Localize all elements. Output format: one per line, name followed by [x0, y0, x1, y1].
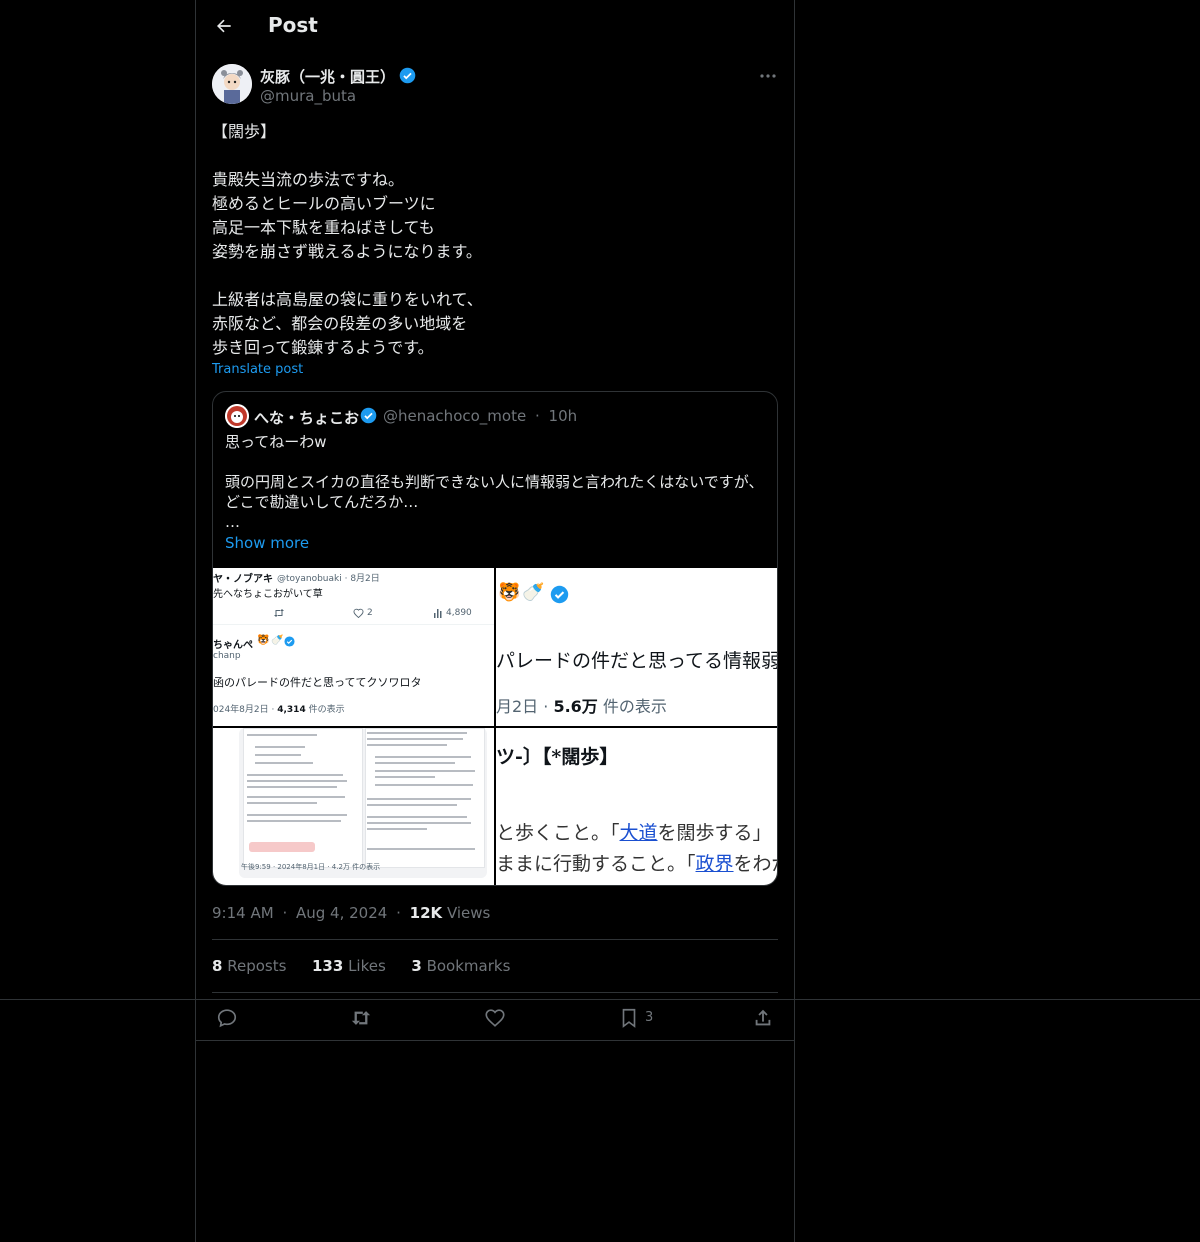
- divider: [212, 939, 778, 940]
- verified-badge-icon: [284, 636, 295, 647]
- views-label: Views: [446, 904, 491, 922]
- action-bar: 3: [196, 1000, 794, 1040]
- post-timestamp[interactable]: 9:14 AM · Aug 4, 2024 · 12K Views: [212, 904, 490, 922]
- document-text-lines-2: [367, 732, 475, 850]
- tile1-footer-views: 4,314: [277, 705, 306, 715]
- quote-media-grid: ヤ・ノブアキ @toyanobuaki · 8月2日 先へなちょこおがいて草 2…: [213, 568, 777, 885]
- separator-line: [195, 1040, 795, 1041]
- more-options-icon[interactable]: [758, 68, 778, 84]
- tile4-heading: ツ-〕【*闊歩】: [496, 746, 619, 768]
- translate-post-link[interactable]: Translate post: [212, 362, 303, 377]
- tile4-line1-post: を闊歩する」: [657, 822, 772, 844]
- reposts-stat[interactable]: 8 Reposts: [212, 957, 286, 975]
- likes-stat[interactable]: 133 Likes: [312, 957, 386, 975]
- tile1-meta: @toyanobuaki · 8月2日: [277, 574, 380, 584]
- bookmarks-count: 3: [411, 957, 422, 975]
- bookmarks-stat[interactable]: 3 Bookmarks: [411, 957, 510, 975]
- tile1-likes: 2: [367, 608, 373, 618]
- verified-badge-icon: [550, 585, 569, 604]
- media-image-2[interactable]: 🐯 🍼 パレードの件だと思ってる情報弱が居 月2日 · 5.6万 件の表示: [496, 568, 777, 726]
- tile4-link-seikai[interactable]: 政界: [696, 853, 734, 875]
- verified-badge-icon: [399, 67, 416, 84]
- tile2-footer: 月2日 · 5.6万 件の表示: [496, 693, 667, 717]
- tiger-emoji-icon: 🐯: [257, 635, 270, 646]
- tile1-line2: 先へなちょこおがいて草: [213, 589, 323, 600]
- views-icon: [434, 609, 442, 618]
- divider: [212, 992, 778, 993]
- bookmark-count: 3: [645, 1010, 654, 1025]
- bookmark-icon[interactable]: [618, 1007, 640, 1029]
- reposts-count: 8: [212, 957, 223, 975]
- tile4-line2-post: をわが物: [733, 853, 777, 875]
- reply-icon[interactable]: [216, 1007, 238, 1029]
- separator-line: [0, 999, 1200, 1000]
- page-title: Post: [268, 13, 318, 37]
- media-image-4[interactable]: ツ-〕【*闊歩】 と歩くこと。「大道を闊歩する」 ままに行動すること。「政界をわ…: [496, 728, 777, 885]
- tile1-footer: 024年8月2日 · 4,314 件の表示: [213, 702, 345, 715]
- like-icon[interactable]: [484, 1007, 506, 1029]
- post-text: 【闊歩】 貴殿失当流の歩法ですね。 極めるとヒールの高いブーツに 高足一本下駄を…: [212, 122, 483, 357]
- repost-icon: [274, 609, 284, 617]
- quoted-post[interactable]: へな・ちょこお @henachoco_mote · 10h 思ってねーわw 頭の…: [212, 391, 778, 886]
- repost-icon[interactable]: [350, 1007, 372, 1029]
- quote-age: 10h: [548, 407, 578, 425]
- media-image-1[interactable]: ヤ・ノブアキ @toyanobuaki · 8月2日 先へなちょこおがいて草 2…: [213, 568, 494, 726]
- tile2-footer-views: 5.6万: [553, 697, 598, 716]
- engagement-stats: 8 Reposts 133 Likes 3 Bookmarks: [212, 957, 510, 975]
- tile1-user2-handle: chanp: [213, 651, 241, 661]
- bookmarks-label: Bookmarks: [426, 957, 511, 975]
- reposts-label: Reposts: [227, 957, 287, 975]
- tile4-line2-pre: ままに行動すること。「: [496, 853, 696, 875]
- page-header: Post: [196, 0, 794, 54]
- tile1-user2-name: ちゃんぺ: [213, 640, 253, 651]
- baby-bottle-emoji-icon: 🍼: [271, 635, 284, 646]
- quote-separator: ·: [534, 407, 540, 425]
- views-count: 12K: [409, 904, 443, 922]
- tile2-body: パレードの件だと思ってる情報弱が居: [496, 650, 777, 672]
- verified-badge-icon: [360, 407, 377, 424]
- media-image-3[interactable]: 午後9:59 · 2024年8月1日 · 4.2万 件の表示: [213, 728, 494, 885]
- document-text-lines: [247, 734, 347, 822]
- tile2-footer-date: 月2日 ·: [496, 697, 549, 716]
- quote-text: 思ってねーわw 頭の円周とスイカの直径も判断できない人に情報弱と言われたくはない…: [225, 433, 764, 531]
- share-icon[interactable]: [752, 1007, 774, 1029]
- likes-count: 133: [311, 957, 344, 975]
- like-icon: [353, 608, 364, 618]
- baby-bottle-emoji-icon: 🍼: [522, 582, 545, 603]
- tile1-footer-date: 024年8月2日 ·: [213, 705, 275, 715]
- tile1-footer-views-label: 件の表示: [308, 705, 345, 715]
- tile4-line1-pre: と歩くこと。「: [496, 822, 620, 844]
- tile1-body: 函のパレードの件だと思っててクソワロタ: [213, 676, 422, 689]
- quote-author-name[interactable]: へな・ちょこお: [254, 407, 359, 428]
- author-name[interactable]: 灰豚（一兆・圓王）: [260, 66, 395, 87]
- quote-handle-text: @henachoco_mote: [383, 407, 527, 425]
- tiger-emoji-icon: 🐯: [498, 582, 521, 603]
- tile1-name: ヤ・ノブアキ: [213, 574, 273, 585]
- avatar[interactable]: [212, 64, 252, 104]
- tile2-footer-views-label: 件の表示: [602, 697, 667, 716]
- tile4-line1: と歩くこと。「大道を闊歩する」: [496, 818, 772, 845]
- quote-avatar[interactable]: [225, 404, 249, 428]
- likes-label: Likes: [348, 957, 386, 975]
- tile3-footer: 午後9:59 · 2024年8月1日 · 4.2万 件の表示: [241, 863, 381, 871]
- tile4-link-daidou[interactable]: 大道: [620, 822, 658, 844]
- post-date: Aug 4, 2024: [296, 904, 388, 922]
- tile1-views: 4,890: [446, 608, 472, 618]
- post-time: 9:14 AM: [212, 904, 274, 922]
- tile4-line2: ままに行動すること。「政界をわが物: [496, 849, 777, 876]
- main-column: Post 灰豚（一兆・圓王） @mura_buta 【闊歩】 貴殿失当流の歩法で…: [195, 0, 795, 1242]
- author-handle[interactable]: @mura_buta: [260, 87, 356, 105]
- show-more-link[interactable]: Show more: [225, 534, 309, 552]
- back-arrow-icon[interactable]: [214, 16, 234, 36]
- quote-author-handle[interactable]: @henachoco_mote · 10h: [383, 407, 577, 425]
